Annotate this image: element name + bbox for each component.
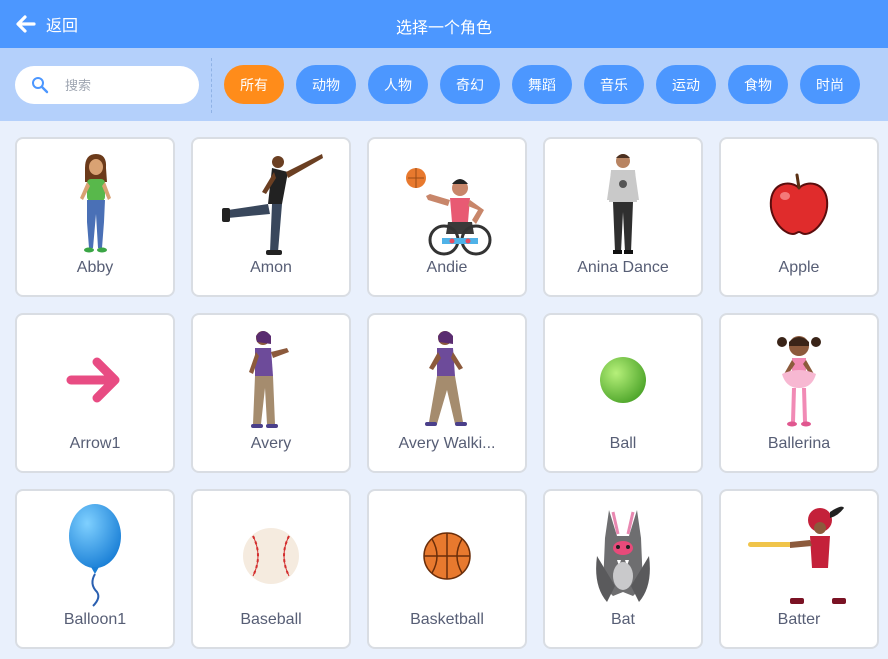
filter-tag[interactable]: 音乐 — [584, 65, 644, 104]
sprite-name: Baseball — [240, 611, 302, 628]
avery-sprite-icon — [193, 325, 349, 435]
ballerina-sprite-icon — [721, 325, 877, 435]
anina-dance-sprite-icon — [545, 149, 701, 259]
sprite-name: Apple — [778, 259, 820, 276]
filter-bar: 所有动物人物奇幻舞蹈音乐运动食物时尚 — [0, 48, 888, 121]
sprite-card[interactable]: Balloon1 — [15, 489, 175, 649]
amon-sprite-icon — [193, 149, 349, 259]
apple-sprite-icon — [721, 149, 877, 259]
filter-tag[interactable]: 运动 — [656, 65, 716, 104]
sprite-name: Arrow1 — [69, 435, 121, 452]
bat-sprite-icon — [545, 501, 701, 611]
sprite-name: Basketball — [410, 611, 484, 628]
basketball-sprite-icon — [369, 501, 525, 611]
filter-tag[interactable]: 时尚 — [800, 65, 860, 104]
sprite-card[interactable]: Apple — [719, 137, 879, 297]
sprite-card[interactable]: Arrow1 — [15, 313, 175, 473]
andie-sprite-icon — [369, 149, 525, 259]
filter-tag[interactable]: 舞蹈 — [512, 65, 572, 104]
search-icon — [32, 77, 49, 94]
sprite-card[interactable]: Ballerina — [719, 313, 879, 473]
sprite-card[interactable]: Amon — [191, 137, 351, 297]
sprite-card[interactable]: Batter — [719, 489, 879, 649]
sprite-card[interactable]: Avery — [191, 313, 351, 473]
avery-walking-sprite-icon — [369, 325, 525, 435]
sprite-name: Abby — [76, 259, 114, 276]
sprite-name: Balloon1 — [63, 611, 127, 628]
sprite-card[interactable]: Abby — [15, 137, 175, 297]
sprite-card[interactable]: Ball — [543, 313, 703, 473]
sprite-card[interactable]: Anina Dance — [543, 137, 703, 297]
filter-tag[interactable]: 奇幻 — [440, 65, 500, 104]
balloon-sprite-icon — [17, 501, 173, 611]
search-box[interactable] — [15, 66, 199, 104]
filter-divider — [211, 58, 212, 113]
sprite-card[interactable]: Bat — [543, 489, 703, 649]
batter-sprite-icon — [721, 501, 877, 611]
sprite-name: Andie — [426, 259, 468, 276]
filter-tag[interactable]: 所有 — [224, 65, 284, 104]
search-input[interactable] — [65, 77, 185, 93]
sprite-name: Amon — [250, 259, 292, 276]
sprite-card[interactable]: Baseball — [191, 489, 351, 649]
filter-tag[interactable]: 人物 — [368, 65, 428, 104]
sprite-card[interactable]: Andie — [367, 137, 527, 297]
modal-header: 返回 选择一个角色 — [0, 0, 888, 48]
page-title: 选择一个角色 — [395, 20, 492, 37]
sprite-name: Batter — [777, 611, 821, 628]
sprite-name: Anina Dance — [577, 259, 669, 276]
sprite-name: Avery — [250, 435, 292, 452]
sprite-card[interactable]: Avery Walki... — [367, 313, 527, 473]
baseball-sprite-icon — [193, 501, 349, 611]
ball-sprite-icon — [545, 325, 701, 435]
filter-tag[interactable]: 食物 — [728, 65, 788, 104]
sprite-name: Bat — [610, 611, 635, 628]
sprite-name: Avery Walki... — [398, 435, 496, 452]
filter-tag[interactable]: 动物 — [296, 65, 356, 104]
sprite-name: Ballerina — [767, 435, 831, 452]
arrow-sprite-icon — [17, 325, 173, 435]
sprite-card[interactable]: Basketball — [367, 489, 527, 649]
abby-sprite-icon — [17, 149, 173, 259]
sprite-name: Ball — [609, 435, 637, 452]
